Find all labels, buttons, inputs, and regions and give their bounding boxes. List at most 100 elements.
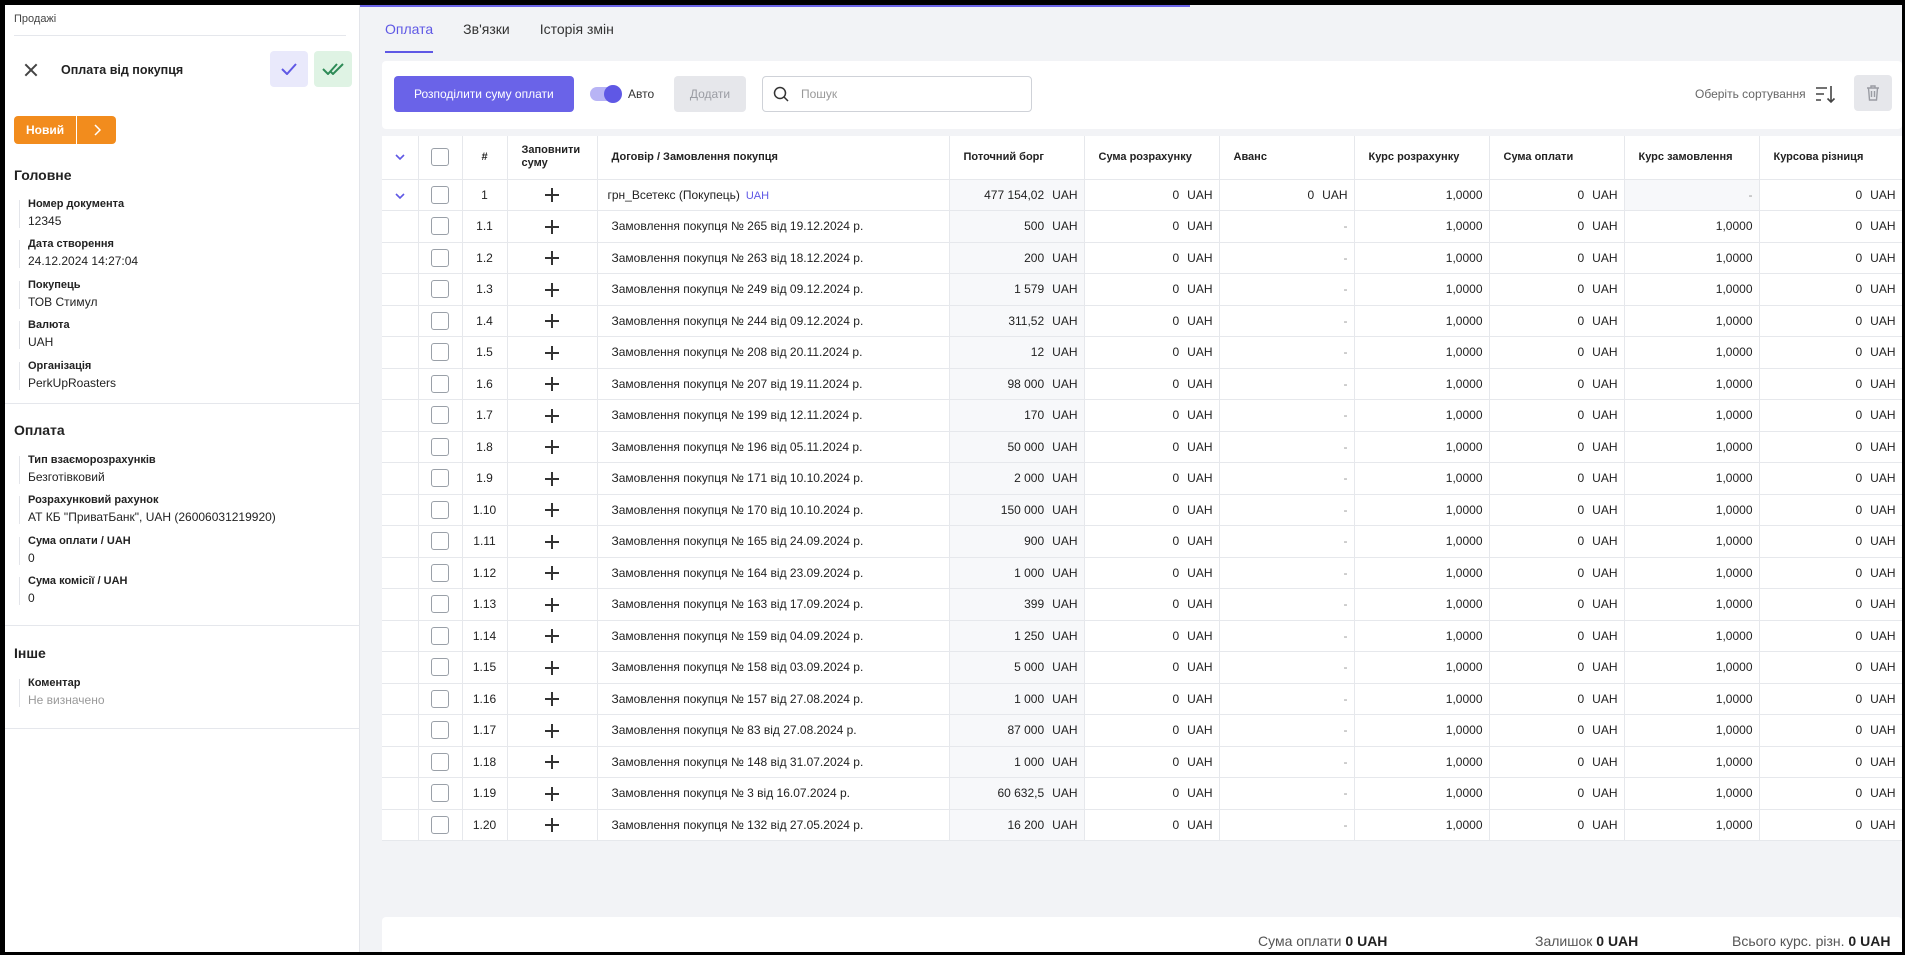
row-select[interactable] xyxy=(418,809,463,841)
pay-sum-cell[interactable]: 0 UAH xyxy=(1489,809,1625,841)
pay-sum-cell[interactable]: 0 UAH xyxy=(1489,683,1625,715)
calc-rate-cell[interactable]: 1,0000 xyxy=(1354,557,1490,589)
expand-group[interactable] xyxy=(382,179,419,211)
col-header-contract[interactable]: Договір / Замовлення покупця xyxy=(597,136,950,180)
calc-sum-cell[interactable]: 0 UAH xyxy=(1084,620,1220,652)
calc-sum-cell[interactable]: 0 UAH xyxy=(1084,273,1220,306)
calc-rate-cell[interactable]: 1,0000 xyxy=(1354,210,1490,243)
row-checkbox[interactable] xyxy=(431,752,449,771)
calc-rate-cell[interactable]: 1,0000 xyxy=(1354,399,1490,432)
calc-sum-cell[interactable]: 0 UAH xyxy=(1084,242,1220,274)
pay-sum-cell[interactable]: 0 UAH xyxy=(1489,494,1625,526)
row-checkbox[interactable] xyxy=(431,185,449,204)
expand-all-header[interactable] xyxy=(382,136,419,180)
row-checkbox[interactable] xyxy=(431,815,449,834)
calc-rate-cell[interactable]: 1,0000 xyxy=(1354,462,1490,495)
calc-rate-cell[interactable]: 1,0000 xyxy=(1354,714,1490,747)
pay-sum-cell[interactable]: 0 UAH xyxy=(1489,273,1625,306)
plus-icon[interactable] xyxy=(545,818,559,833)
field-value[interactable]: Не визначено xyxy=(28,693,105,707)
calc-rate-cell[interactable]: 1,0000 xyxy=(1354,431,1490,463)
close-icon[interactable] xyxy=(22,61,40,79)
row-select[interactable] xyxy=(418,557,463,589)
calc-sum-cell[interactable]: 0 UAH xyxy=(1084,777,1220,810)
breadcrumb[interactable]: Продажі xyxy=(14,13,56,25)
plus-icon[interactable] xyxy=(545,345,559,360)
contract-cell[interactable]: Замовлення покупця № 132 від 27.05.2024 … xyxy=(597,809,950,841)
tab-payment[interactable]: Оплата xyxy=(385,17,447,53)
pay-sum-cell[interactable]: 0 UAH xyxy=(1489,242,1625,274)
plus-icon[interactable] xyxy=(545,786,559,801)
contract-cell[interactable]: Замовлення покупця № 265 від 19.12.2024 … xyxy=(597,210,950,243)
row-select[interactable] xyxy=(418,305,463,337)
plus-icon[interactable] xyxy=(545,566,559,581)
plus-icon[interactable] xyxy=(545,251,559,266)
contract-cell[interactable]: Замовлення покупця № 207 від 19.11.2024 … xyxy=(597,368,950,400)
table-row[interactable]: 1.1 Замовлення покупця № 265 від 19.12.20… xyxy=(382,210,1902,243)
row-checkbox[interactable] xyxy=(431,406,449,425)
calc-sum-cell[interactable]: 0 UAH xyxy=(1084,399,1220,432)
fill-sum-cell[interactable] xyxy=(507,809,598,841)
table-row[interactable]: 1.20 Замовлення покупця № 132 від 27.05.2… xyxy=(382,809,1902,841)
row-select[interactable] xyxy=(418,462,463,495)
row-select[interactable] xyxy=(418,399,463,432)
calc-rate-cell[interactable]: 1,0000 xyxy=(1354,494,1490,526)
calc-sum-cell[interactable]: 0 UAH xyxy=(1084,462,1220,495)
row-select[interactable] xyxy=(418,651,463,684)
contract-cell[interactable]: Замовлення покупця № 171 від 10.10.2024 … xyxy=(597,462,950,495)
row-select[interactable] xyxy=(418,494,463,526)
delete-button[interactable] xyxy=(1854,75,1892,111)
field-value[interactable]: 12345 xyxy=(28,214,124,228)
contract-cell[interactable]: Замовлення покупця № 83 від 27.08.2024 р… xyxy=(597,714,950,747)
pay-sum-cell[interactable]: 0 UAH xyxy=(1489,368,1625,400)
fill-sum-cell[interactable] xyxy=(507,399,598,432)
pay-sum-cell[interactable]: 0 UAH xyxy=(1489,746,1625,778)
advance-cell[interactable]: 0 UAH xyxy=(1219,179,1355,211)
row-select[interactable] xyxy=(418,273,463,306)
calc-sum-cell[interactable]: 0 UAH xyxy=(1084,714,1220,747)
status-button[interactable]: Новий xyxy=(14,116,77,144)
table-row[interactable]: 1.17 Замовлення покупця № 83 від 27.08.20… xyxy=(382,714,1902,747)
fill-sum-cell[interactable] xyxy=(507,651,598,684)
pay-sum-cell[interactable]: 0 UAH xyxy=(1489,179,1625,211)
row-select[interactable] xyxy=(418,431,463,463)
calc-rate-cell[interactable]: 1,0000 xyxy=(1354,777,1490,810)
calc-sum-cell[interactable]: 0 UAH xyxy=(1084,210,1220,243)
select-all-checkbox[interactable] xyxy=(431,148,449,167)
col-header-order-rate[interactable]: Курс замовлення xyxy=(1624,136,1760,180)
contract-cell[interactable]: Замовлення покупця № 157 від 27.08.2024 … xyxy=(597,683,950,715)
fill-sum-cell[interactable] xyxy=(507,620,598,652)
calc-sum-cell[interactable]: 0 UAH xyxy=(1084,179,1220,211)
field-value[interactable]: ТОВ Стимул xyxy=(28,295,97,309)
row-checkbox[interactable] xyxy=(431,374,449,393)
table-row[interactable]: 1.3 Замовлення покупця № 249 від 09.12.20… xyxy=(382,273,1902,306)
table-row[interactable]: 1.9 Замовлення покупця № 171 від 10.10.20… xyxy=(382,462,1902,495)
fill-sum-cell[interactable] xyxy=(507,494,598,526)
row-select[interactable] xyxy=(418,620,463,652)
row-checkbox[interactable] xyxy=(431,689,449,708)
plus-icon[interactable] xyxy=(545,314,559,329)
row-checkbox[interactable] xyxy=(431,280,449,299)
plus-icon[interactable] xyxy=(545,503,559,518)
contract-cell[interactable]: Замовлення покупця № 148 від 31.07.2024 … xyxy=(597,746,950,778)
calc-rate-cell[interactable]: 1,0000 xyxy=(1354,525,1490,558)
table-row[interactable]: 1.8 Замовлення покупця № 196 від 05.11.20… xyxy=(382,431,1902,463)
fill-sum-cell[interactable] xyxy=(507,242,598,274)
plus-icon[interactable] xyxy=(545,723,559,738)
auto-toggle[interactable] xyxy=(590,85,622,103)
plus-icon[interactable] xyxy=(545,440,559,455)
tab-history[interactable]: Історія змін xyxy=(540,17,628,53)
calc-sum-cell[interactable]: 0 UAH xyxy=(1084,746,1220,778)
row-select[interactable] xyxy=(418,242,463,274)
table-row[interactable]: 1.13 Замовлення покупця № 163 від 17.09.2… xyxy=(382,588,1902,621)
row-select[interactable] xyxy=(418,368,463,400)
col-header-advance[interactable]: Аванс xyxy=(1219,136,1355,180)
calc-rate-cell[interactable]: 1,0000 xyxy=(1354,305,1490,337)
select-all-header[interactable] xyxy=(418,136,463,180)
pay-sum-cell[interactable]: 0 UAH xyxy=(1489,777,1625,810)
table-row[interactable]: 1.4 Замовлення покупця № 244 від 09.12.20… xyxy=(382,305,1902,337)
calc-rate-cell[interactable]: 1,0000 xyxy=(1354,683,1490,715)
fill-sum-cell[interactable] xyxy=(507,305,598,337)
calc-sum-cell[interactable]: 0 UAH xyxy=(1084,368,1220,400)
table-row[interactable]: 1.7 Замовлення покупця № 199 від 12.11.20… xyxy=(382,399,1902,432)
